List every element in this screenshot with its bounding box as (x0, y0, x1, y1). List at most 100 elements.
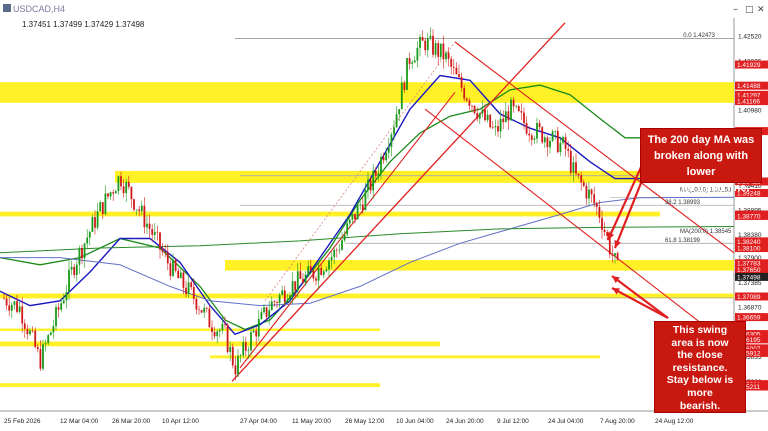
close-button[interactable]: ✕ (757, 5, 765, 15)
candle-body (346, 223, 349, 235)
candle-body (182, 272, 185, 288)
fib-level-label: 61.8 1.38199 (665, 238, 701, 244)
candle-body (120, 176, 122, 187)
candle-body (372, 170, 375, 191)
candle-body (320, 267, 323, 275)
candle-body (567, 148, 570, 151)
candle-body (255, 330, 258, 337)
candle-body (273, 301, 276, 303)
candle-body (224, 323, 226, 325)
candle-body (538, 122, 541, 128)
time-axis-label: 11 May 20:00 (292, 418, 331, 425)
candle-body (125, 181, 128, 194)
candle-body (486, 114, 489, 121)
candle-body (497, 126, 499, 132)
candle-body (5, 298, 8, 306)
candle-body (294, 281, 297, 291)
candle-body (400, 82, 403, 110)
candle-body (151, 229, 154, 235)
candle-body (343, 234, 346, 241)
candle-body (515, 105, 518, 107)
candle-body (26, 328, 29, 335)
candle-body (434, 43, 437, 55)
candle-body (533, 138, 536, 140)
candle-body (315, 278, 317, 281)
candle-body (328, 260, 330, 270)
price-scale-label: 1.40980 (738, 108, 762, 115)
candle-body (91, 217, 94, 232)
candle-body (60, 303, 63, 310)
candle-body (179, 272, 182, 279)
candle-body (528, 133, 531, 136)
minimize-button[interactable]: – (733, 4, 738, 15)
candle-body (517, 105, 520, 112)
candle-body (205, 307, 208, 309)
chart-svg: 38.2 1.3899361.8 1.381990.0 1.42473MA(10… (0, 0, 768, 431)
candle-body (530, 135, 533, 140)
candle-body (68, 269, 70, 293)
candle-body (231, 346, 234, 366)
candle-body (257, 318, 260, 337)
symbol-title: USDCAD,H4 (13, 4, 65, 14)
candle-body (354, 213, 356, 220)
candle-body (52, 326, 55, 333)
candle-body (616, 253, 619, 260)
candle-body (242, 342, 245, 356)
candle-body (309, 266, 312, 271)
candle-body (107, 193, 109, 197)
candle-body (593, 194, 596, 204)
yellow-zone (0, 383, 380, 388)
candle-body (34, 330, 37, 348)
candle-body (101, 202, 104, 215)
candle-body (426, 38, 429, 51)
candle-body (10, 304, 13, 311)
candle-body (481, 109, 484, 114)
candle-body (13, 301, 16, 305)
callout-ma-break: The 200 day MA was broken along with low… (640, 128, 762, 194)
candle-body (504, 111, 507, 123)
candle-body (164, 251, 167, 253)
candle-body (161, 249, 164, 252)
candle-body (296, 271, 299, 291)
candle-body (460, 76, 463, 89)
candle-body (263, 307, 265, 313)
candle-body (317, 267, 320, 281)
candle-body (73, 266, 76, 275)
candle-body (289, 295, 291, 300)
candle-body (153, 231, 156, 235)
candle-body (611, 254, 614, 256)
time-axis-label: 26 May 12:00 (345, 418, 385, 425)
time-axis-label: 26 Mar 20:00 (112, 418, 151, 425)
maximize-button[interactable]: □ (745, 5, 754, 15)
candle-body (75, 264, 78, 275)
candle-body (572, 162, 575, 173)
time-axis-label: 27 Apr 04:00 (240, 418, 277, 425)
candle-body (569, 150, 572, 173)
candle-body (395, 114, 398, 128)
candle-body (8, 305, 11, 311)
candle-body (112, 192, 115, 194)
candle-body (512, 99, 515, 107)
time-axis-label: 24 Aug 12:00 (655, 418, 694, 425)
candle-body (244, 342, 247, 351)
candle-body (364, 190, 367, 210)
candle-body (580, 175, 583, 183)
candle-body (359, 204, 362, 206)
candle-body (16, 301, 18, 312)
candle-body (36, 347, 39, 349)
candle-body (330, 256, 333, 261)
candle-body (216, 331, 219, 337)
yellow-zone (0, 341, 440, 347)
candle-body (88, 231, 91, 238)
candle-body (502, 118, 505, 123)
fib-level-label: 38.2 1.38993 (665, 200, 701, 206)
callout-swing-resistance: This swing area is now the close resista… (654, 321, 746, 413)
candle-body (564, 137, 567, 149)
price-scale-label: 1.42520 (738, 34, 762, 41)
candle-body (549, 140, 551, 148)
candle-body (221, 323, 224, 331)
candle-body (489, 114, 492, 128)
price-marker-label: 1.38770 (737, 213, 761, 220)
candle-body (190, 282, 193, 288)
candle-body (203, 307, 206, 313)
